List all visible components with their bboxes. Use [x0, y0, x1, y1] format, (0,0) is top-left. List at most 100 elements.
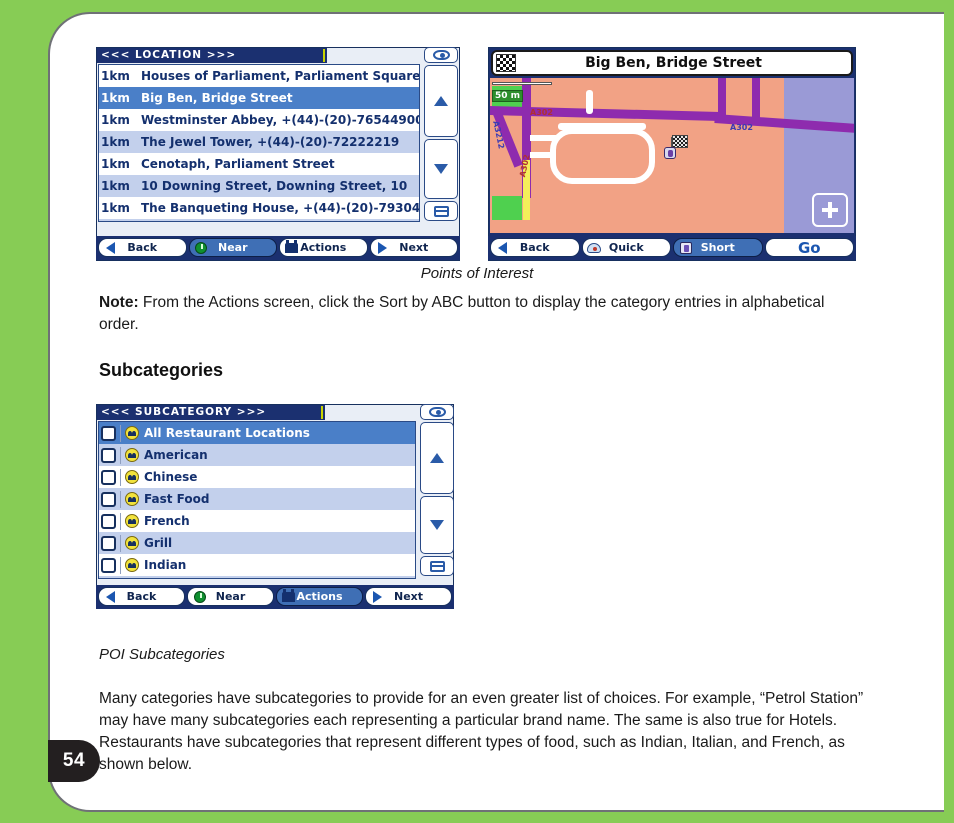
divider — [120, 579, 121, 580]
scroll-down-button[interactable] — [424, 139, 458, 199]
row-checkbox[interactable] — [101, 513, 116, 529]
map-road-vertical-1 — [718, 78, 726, 118]
checkered-flag-icon — [672, 135, 688, 148]
subcategory-actions-button[interactable]: Actions — [276, 587, 363, 606]
table-row[interactable]: 1km The Jewel Tower, +(44)-(20)-72222219 — [99, 131, 419, 153]
divider — [120, 556, 121, 574]
list-item[interactable]: All Restaurant Locations — [99, 422, 415, 444]
row-checkbox[interactable] — [101, 469, 116, 485]
row-distance: 1km — [101, 157, 130, 171]
button-label: Next — [393, 590, 424, 603]
row-distance: 1km — [101, 135, 130, 149]
row-checkbox[interactable] — [101, 491, 116, 507]
destination-marker[interactable] — [662, 135, 688, 159]
button-label: Next — [399, 241, 429, 254]
row-label: Big Ben, Bridge Street — [141, 91, 293, 105]
location-back-button[interactable]: Back — [98, 238, 187, 257]
checkered-flag-icon — [496, 54, 516, 72]
page-number-badge: 54 — [48, 740, 100, 782]
location-list[interactable]: 1km Houses of Parliament, Parliament Squa… — [98, 64, 420, 222]
subcategory-title-bar: <<< SUBCATEGORY >>> — [97, 405, 325, 420]
button-label: Actions — [296, 590, 343, 603]
button-label: Back — [126, 590, 157, 603]
subcategory-list[interactable]: All Restaurant Locations American Chinese F… — [98, 421, 416, 579]
table-row[interactable]: 1km Big Ben, Bridge Street — [99, 87, 419, 109]
subcategory-side-controls — [420, 404, 454, 576]
table-row[interactable]: 1kmLondon Aquarium, +(44) (207) 9678000 — [99, 219, 419, 221]
visibility-icon-button[interactable] — [424, 47, 458, 63]
map-road-label-a302-west: A302 — [530, 108, 553, 117]
caption-points-of-interest: Points of Interest — [420, 265, 534, 282]
restaurant-icon — [125, 426, 139, 440]
divider — [120, 512, 121, 530]
map-zoom-in-button[interactable] — [812, 193, 848, 227]
map-park-area-2 — [492, 196, 522, 220]
table-row[interactable]: 1km The Banqueting House, +(44)-(20)-7930… — [99, 197, 419, 219]
next-arrow-icon — [375, 241, 390, 254]
list-item-label: French — [144, 514, 190, 528]
table-row[interactable]: 1km Houses of Parliament, Parliament Squa… — [99, 65, 419, 87]
keyboard-button[interactable] — [424, 201, 458, 221]
table-row[interactable]: 1km Cenotaph, Parliament Street — [99, 153, 419, 175]
list-item[interactable]: Chinese — [99, 466, 415, 488]
divider — [120, 424, 121, 442]
short-route-icon — [678, 241, 693, 254]
location-actions-button[interactable]: Actions — [279, 238, 368, 257]
scroll-down-button[interactable] — [420, 496, 454, 554]
list-item[interactable]: French — [99, 510, 415, 532]
next-arrow-icon — [370, 590, 385, 603]
location-side-controls — [424, 47, 458, 221]
keyboard-icon — [429, 560, 445, 572]
body-paragraph: Many categories have subcategories to pr… — [99, 690, 864, 773]
row-checkbox[interactable] — [101, 447, 116, 463]
restaurant-icon — [125, 492, 139, 506]
map-scale-bar: 50 m — [492, 82, 552, 103]
list-item[interactable]: American — [99, 444, 415, 466]
restaurant-icon — [125, 558, 139, 572]
title-caret — [323, 49, 325, 62]
map-go-button[interactable]: Go — [764, 238, 854, 257]
actions-icon — [284, 239, 299, 253]
note-text: From the Actions screen, click the Sort … — [99, 294, 825, 333]
row-checkbox[interactable] — [101, 557, 116, 573]
keyboard-button[interactable] — [420, 556, 454, 576]
location-title-bar: <<< LOCATION >>> — [97, 48, 327, 63]
map-back-button[interactable]: Back — [490, 238, 580, 257]
scroll-up-button[interactable] — [420, 422, 454, 494]
scale-bar-line — [492, 82, 552, 85]
row-checkbox[interactable] — [101, 425, 116, 441]
scroll-up-icon — [434, 96, 448, 106]
table-row[interactable]: 1km 10 Downing Street, Downing Street, 10 — [99, 175, 419, 197]
visibility-icon — [428, 407, 446, 417]
map-canvas[interactable]: A302 A302 A3212 A302 50 m — [490, 78, 854, 233]
subcategory-near-button[interactable]: Near — [187, 587, 274, 606]
map-short-button[interactable]: Short — [673, 238, 763, 257]
map-local-road-2 — [586, 90, 593, 114]
back-arrow-icon — [495, 241, 510, 254]
scroll-up-button[interactable] — [424, 65, 458, 137]
title-caret — [321, 406, 323, 419]
subcategory-back-button[interactable]: Back — [98, 587, 185, 606]
location-near-button[interactable]: Near — [188, 238, 277, 257]
map-destination-title: Big Ben, Bridge Street — [585, 55, 762, 71]
page-number: 54 — [62, 750, 86, 771]
map-quick-button[interactable]: Quick — [581, 238, 671, 257]
list-item[interactable]: Grill — [99, 532, 415, 554]
subcategory-next-button[interactable]: Next — [365, 587, 452, 606]
table-row[interactable]: 1km Westminster Abbey, +(44)-(20)-7654490… — [99, 109, 419, 131]
scroll-down-icon — [434, 164, 448, 174]
list-item[interactable]: Indian — [99, 554, 415, 576]
location-toolbar: Back Near Actions Next — [96, 236, 460, 260]
location-next-button[interactable]: Next — [369, 238, 458, 257]
divider — [120, 446, 121, 464]
map-local-road-3 — [530, 135, 556, 141]
poi-pin-icon — [664, 147, 676, 159]
note-label: Note: — [99, 294, 139, 311]
button-label: Back — [127, 241, 158, 254]
list-item[interactable]: Italian — [99, 576, 415, 580]
list-item[interactable]: Fast Food — [99, 488, 415, 510]
row-checkbox[interactable] — [101, 535, 116, 551]
visibility-icon-button[interactable] — [420, 404, 454, 420]
restaurant-icon — [125, 470, 139, 484]
row-distance: 1km — [101, 179, 130, 193]
